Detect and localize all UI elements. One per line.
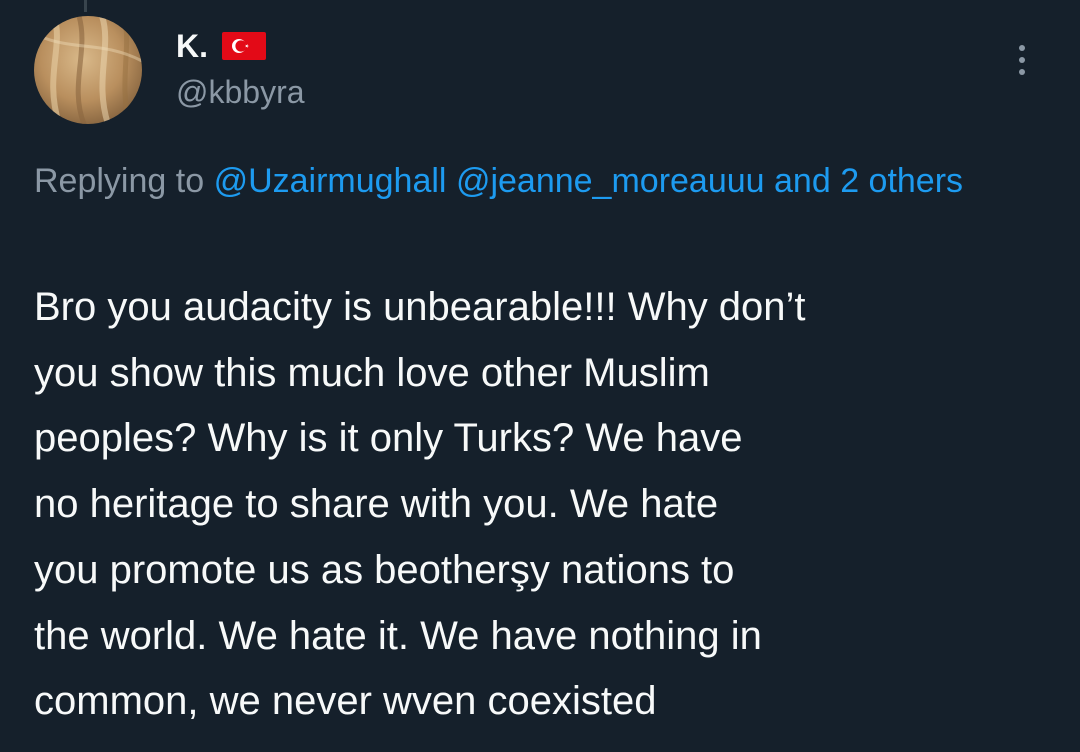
mention-link[interactable]: @Uzairmughall — [214, 162, 447, 200]
reply-context: Replying to @Uzairmughall @jeanne_moreau… — [34, 154, 1044, 209]
dot — [1019, 45, 1025, 51]
mention-link[interactable]: @jeanne_moreauuu — [456, 162, 765, 200]
dot — [1019, 57, 1025, 63]
dot — [1019, 69, 1025, 75]
display-name[interactable]: K. — [176, 28, 208, 65]
others-link[interactable]: and 2 others — [774, 162, 963, 200]
turkey-flag-icon — [222, 32, 266, 60]
user-handle[interactable]: @kbbyra — [176, 74, 305, 111]
tweet-text: Bro you audacity is unbearable!!! Why do… — [34, 285, 806, 724]
author-name-row[interactable]: K. — [176, 26, 266, 66]
avatar-image — [34, 16, 142, 124]
thread-connector-line — [84, 0, 87, 12]
more-options-icon[interactable] — [1004, 38, 1040, 82]
avatar[interactable] — [34, 16, 142, 124]
replying-to-label: Replying to — [34, 162, 205, 200]
tweet-card: K. @kbbyra Replying to @Uzairmughall @je… — [0, 0, 1080, 752]
